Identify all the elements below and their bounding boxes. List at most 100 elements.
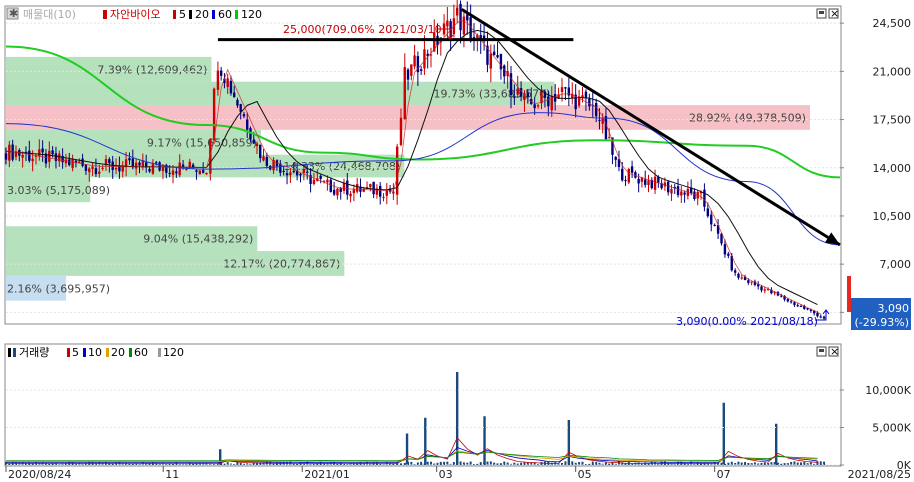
candle-body [342,182,346,191]
candle-body [151,164,155,174]
volume-spike-bar [405,433,409,465]
volume-bar [469,461,472,465]
volume-profile-label: 28.92% (49,378,509) [689,111,806,124]
candle-body [262,156,265,161]
volume-bar [439,461,442,465]
candle-body [446,20,449,27]
candle-body [4,153,8,160]
volume-spike-bar [774,423,778,465]
price-legend[interactable]: ✱ 매물대(10) 자안바이오 5 20 60 120 [6,7,262,21]
stock-name-label: 자안바이오 [110,8,161,21]
volume-spike-bar [483,416,486,465]
ma5-label: 5 [179,8,186,21]
ma20-swatch [189,10,192,19]
candle-body [683,192,686,195]
candle-body [560,87,564,92]
date-tick-label: 11 [165,468,179,481]
volume-bar [823,461,826,465]
candle-body [747,280,750,283]
candle-body [653,176,657,190]
candle-body [536,105,540,107]
vma20-label: 20 [111,346,125,359]
volume-bar [446,461,449,465]
candle-body [158,162,161,171]
volume-bar [591,461,594,465]
candle-body [178,162,181,176]
volume-bar [819,461,822,465]
price-tick-label: 24,500 [873,17,912,30]
ma60-label: 60 [218,8,232,21]
volume-bar [131,463,134,465]
candle-body [242,114,246,117]
volume-profile-label: 9.17% (15,650,859) [147,136,257,149]
candle-body [469,17,472,42]
candle-body [723,244,727,255]
vma10-label: 10 [88,346,102,359]
candle-body [513,96,516,98]
candle-body [201,170,205,173]
candle-body [466,14,469,21]
candle-body [336,188,339,196]
candle-body [713,224,716,226]
volume-spike-bar [424,417,427,465]
candle-body [627,169,631,183]
candle-body [349,193,352,197]
vma120-label: 120 [163,346,184,359]
candle-body [382,197,385,199]
volume-bar [48,463,51,465]
candle-body [637,178,640,184]
date-tick-label: 2020/08/24 [8,468,71,481]
high-price-annotation: 25,000(709.06% 2021/03/10) [283,23,446,36]
svg-text:✱: ✱ [9,7,18,20]
vma60-label: 60 [134,346,148,359]
candle-body [329,179,332,192]
candle-body [533,104,536,109]
candle-body [462,16,466,35]
volume-bar [564,461,567,465]
low-price-annotation: 3,090(0.00% 2021/08/18) [676,315,818,328]
candle-body [188,161,191,168]
candle-body [760,286,763,291]
date-tick-label: 07 [717,468,731,481]
candle-body [647,180,650,186]
candle-body [31,158,34,162]
candle-body [38,149,41,157]
candle-body [630,166,634,173]
candle-body [796,305,799,307]
candle-body [516,88,519,95]
candle-body [81,158,84,166]
candle-body [727,253,730,256]
stock-chart[interactable]: 7.39% (12,609,462) 28.92% (49,378,509) 19.… [0,0,914,482]
candle-body [459,3,462,31]
ma120-label: 120 [241,8,262,21]
volume-bar [744,462,747,465]
date-tick-label: 05 [578,468,592,481]
volume-profile-label: 매물대(10) [23,8,76,21]
volume-bar [486,461,489,465]
ma60-swatch [212,10,215,19]
candle-body [644,179,647,185]
svg-text:×: × [830,345,839,358]
candle-body [706,208,710,217]
price-tick-label: 21,000 [873,65,912,78]
candle-body [51,150,54,155]
candle-body [588,98,591,107]
price-axis: 24,50021,00017,50014,00010,5007,0003,500 [840,17,911,319]
price-tick-label: 14,000 [873,162,912,175]
candle-body [339,188,342,192]
candle-body [229,80,233,94]
candle-body [410,64,413,76]
vma5-label: 5 [72,346,79,359]
candle-body [148,168,151,172]
volume-bar [403,462,406,465]
ma20-label: 20 [195,8,209,21]
candle-body [693,191,696,199]
candle-body [676,186,680,196]
price-tick-label: 10,500 [873,210,912,223]
candle-body [429,54,433,56]
candle-body [819,316,822,318]
candle-body [540,91,543,104]
volume-profile-label: 7.39% (12,609,462) [97,63,207,76]
candle-body [255,143,259,147]
candle-body [624,180,627,182]
